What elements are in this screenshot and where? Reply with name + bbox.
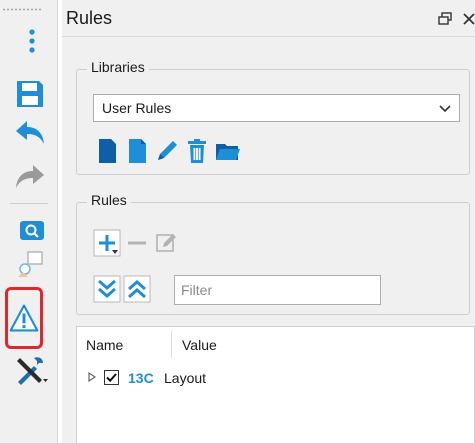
tree-row[interactable]: 13C Layout bbox=[77, 367, 474, 389]
remove-icon bbox=[128, 241, 146, 245]
header-divider bbox=[62, 36, 475, 37]
rule-id: 13C bbox=[128, 370, 154, 386]
delete-trash-icon bbox=[188, 139, 206, 163]
library-dropdown[interactable]: User Rules bbox=[93, 94, 460, 122]
filter-input[interactable] bbox=[174, 275, 381, 305]
new-library-button[interactable] bbox=[93, 137, 121, 165]
edit-pencil-icon bbox=[158, 141, 177, 160]
column-header-name[interactable]: Name bbox=[86, 337, 123, 353]
expand-arrow-icon[interactable] bbox=[88, 372, 96, 382]
more-options-icon bbox=[29, 29, 35, 53]
collapse-all-button[interactable] bbox=[123, 275, 151, 303]
edit-rule-button[interactable] bbox=[153, 229, 181, 257]
rule-name: Layout bbox=[164, 370, 207, 386]
library-dropdown-value: User Rules bbox=[102, 100, 172, 116]
tools-button[interactable] bbox=[12, 352, 48, 388]
expand-all-icon bbox=[93, 275, 121, 303]
save-icon bbox=[17, 81, 43, 107]
undo-button[interactable] bbox=[12, 116, 48, 152]
rules-group: Rules bbox=[76, 192, 470, 315]
close-icon[interactable] bbox=[461, 11, 475, 27]
rule-checkbox[interactable] bbox=[104, 370, 119, 385]
left-toolbar bbox=[0, 0, 58, 443]
save-button[interactable] bbox=[12, 76, 48, 112]
rules-window: Rules Libraries User Rules Rules Filter … bbox=[0, 0, 475, 443]
open-library-button[interactable] bbox=[213, 137, 241, 165]
new-document-icon bbox=[99, 139, 116, 163]
more-options-button[interactable] bbox=[14, 24, 50, 60]
inspect-button[interactable] bbox=[14, 212, 50, 248]
warning-button[interactable] bbox=[5, 287, 43, 349]
delete-library-button[interactable] bbox=[183, 137, 211, 165]
copy-document-icon bbox=[129, 139, 146, 163]
redo-button[interactable] bbox=[12, 160, 48, 196]
open-folder-icon bbox=[216, 144, 240, 160]
add-icon bbox=[93, 229, 121, 257]
tools-icon bbox=[17, 357, 48, 385]
edit-icon bbox=[156, 234, 176, 252]
column-divider[interactable] bbox=[171, 331, 172, 358]
redo-icon bbox=[16, 165, 44, 188]
warning-icon bbox=[9, 304, 39, 332]
edit-library-button[interactable] bbox=[153, 137, 181, 165]
toolbar-grip[interactable] bbox=[2, 8, 42, 11]
rules-panel: Rules Libraries User Rules Rules Filter … bbox=[62, 0, 475, 443]
column-header-value[interactable]: Value bbox=[182, 337, 217, 353]
libraries-group: Libraries User Rules bbox=[76, 59, 470, 175]
rules-legend: Rules bbox=[87, 192, 131, 208]
float-window-icon[interactable] bbox=[437, 11, 453, 27]
libraries-legend: Libraries bbox=[87, 59, 149, 75]
checkmark-icon bbox=[106, 373, 117, 383]
copy-library-button[interactable] bbox=[123, 137, 151, 165]
chevron-down-icon bbox=[439, 105, 451, 113]
shapes-button[interactable] bbox=[14, 246, 50, 282]
collapse-all-icon bbox=[123, 275, 151, 303]
expand-all-button[interactable] bbox=[93, 275, 121, 303]
toolbar-separator bbox=[10, 203, 48, 204]
remove-rule-button[interactable] bbox=[123, 229, 151, 257]
shapes-icon bbox=[18, 251, 43, 277]
undo-icon bbox=[16, 121, 44, 144]
rules-tree: Name Value 13C Layout bbox=[76, 326, 475, 443]
add-rule-button[interactable] bbox=[93, 229, 121, 257]
inspect-icon bbox=[20, 221, 44, 240]
panel-title: Rules bbox=[66, 8, 113, 28]
